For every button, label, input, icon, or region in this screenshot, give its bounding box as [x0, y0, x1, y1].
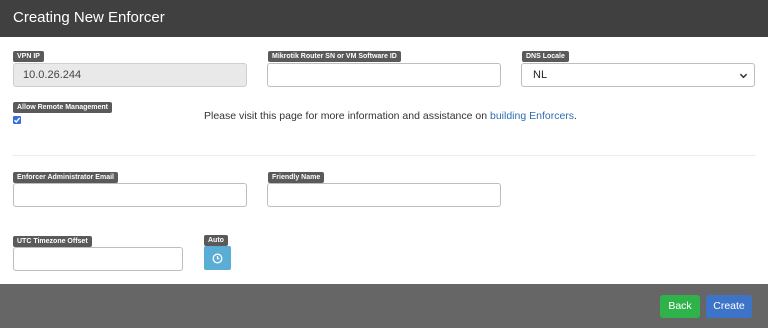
create-button[interactable]: Create: [706, 295, 752, 318]
building-enforcers-link[interactable]: building Enforcers: [490, 110, 574, 122]
page-header: Creating New Enforcer: [0, 0, 768, 37]
router-id-input[interactable]: [267, 63, 501, 87]
info-text-body: Please visit this page for more informat…: [204, 110, 490, 122]
clock-icon: [212, 253, 223, 264]
back-button[interactable]: Back: [660, 295, 700, 318]
section-divider: [12, 155, 756, 156]
utc-offset-label: UTC Timezone Offset: [13, 236, 92, 247]
admin-email-label: Enforcer Administrator Email: [13, 172, 118, 183]
dns-locale-label: DNS Locale: [522, 51, 569, 62]
auto-timezone-button[interactable]: [204, 246, 231, 270]
dns-locale-value: NL: [533, 69, 548, 81]
page-title: Creating New Enforcer: [13, 9, 165, 26]
chevron-down-icon: [739, 73, 748, 79]
checkmark-icon: [14, 117, 21, 124]
info-text: Please visit this page for more informat…: [204, 110, 577, 123]
router-id-label: Mikrotik Router SN or VM Software ID: [268, 51, 401, 62]
auto-label: Auto: [204, 235, 228, 246]
remote-management-label: Allow Remote Management: [13, 102, 113, 113]
friendly-name-input[interactable]: [267, 183, 501, 207]
info-text-suffix: .: [574, 110, 577, 122]
friendly-name-label: Friendly Name: [268, 172, 325, 183]
utc-offset-input[interactable]: [13, 247, 183, 271]
vpn-ip-input[interactable]: [13, 63, 247, 87]
footer-bar: Back Create: [0, 284, 768, 328]
dns-locale-select[interactable]: NL: [521, 63, 755, 87]
remote-management-checkbox[interactable]: [13, 116, 21, 124]
vpn-ip-label: VPN IP: [13, 51, 44, 62]
admin-email-input[interactable]: [13, 183, 247, 207]
